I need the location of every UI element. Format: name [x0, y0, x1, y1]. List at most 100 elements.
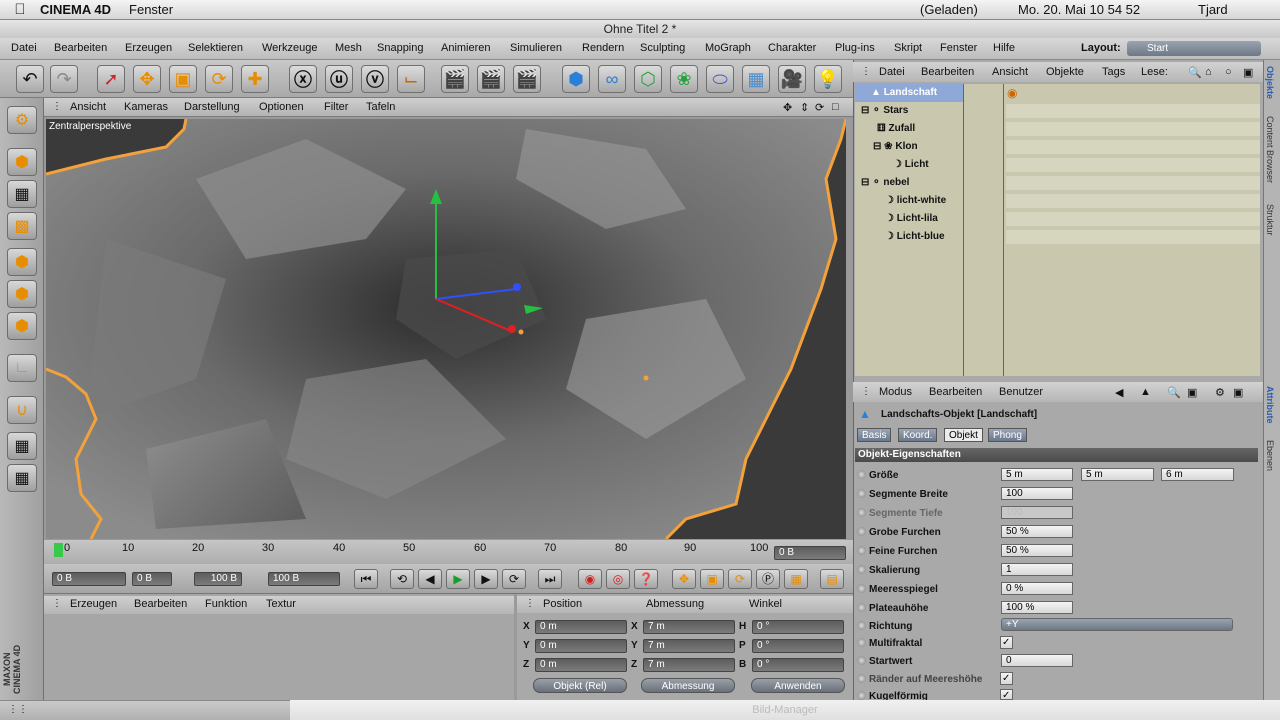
- menu-item[interactable]: Bearbeiten: [54, 42, 107, 54]
- camera-icon[interactable]: 🎥: [778, 65, 806, 93]
- object-menu-item[interactable]: Tags: [1102, 66, 1125, 78]
- rotation-p-field[interactable]: 0 °: [752, 639, 844, 653]
- point-level-key-icon[interactable]: ▦: [784, 569, 808, 589]
- menu-item[interactable]: Snapping: [377, 42, 424, 54]
- rotate-view-icon[interactable]: ⟳: [815, 101, 824, 114]
- object-row-licht[interactable]: ☽ Licht: [855, 156, 1005, 174]
- animation-dot-icon[interactable]: [857, 527, 866, 536]
- object-row-stars[interactable]: ⊟ ⚬ Stars: [855, 102, 1005, 120]
- render-picture-viewer-icon[interactable]: 🎬: [477, 65, 505, 93]
- mac-menu-fenster[interactable]: Fenster: [129, 2, 173, 17]
- size-z-field[interactable]: 7 m: [643, 658, 735, 672]
- size-x-field[interactable]: 7 m: [643, 620, 735, 634]
- z-axis-lock-icon[interactable]: ⓥ: [361, 65, 389, 93]
- pan-view-icon[interactable]: ✥: [783, 101, 792, 114]
- menu-item[interactable]: Skript: [894, 42, 922, 54]
- snap-magnet-icon[interactable]: ∪: [7, 396, 37, 424]
- battery-status[interactable]: (Geladen): [920, 2, 978, 17]
- menu-item[interactable]: Selektieren: [188, 42, 243, 54]
- search-icon[interactable]: 🔍: [1188, 66, 1202, 79]
- lock-icon[interactable]: ▣: [1187, 386, 1197, 399]
- floor-icon[interactable]: ▦: [742, 65, 770, 93]
- animation-dot-icon[interactable]: [857, 674, 866, 683]
- coordinate-system-icon[interactable]: ⌙: [397, 65, 425, 93]
- material-menu-item[interactable]: Textur: [266, 598, 296, 610]
- menu-item[interactable]: Charakter: [768, 42, 816, 54]
- spherical-checkbox[interactable]: ✓: [1000, 689, 1013, 700]
- animation-dot-icon[interactable]: [857, 584, 866, 593]
- edges-mode-icon[interactable]: ⬢: [7, 280, 37, 308]
- last-tool-icon[interactable]: ✚: [241, 65, 269, 93]
- side-tab-objects[interactable]: Objekte: [1265, 66, 1275, 99]
- menu-item[interactable]: Werkzeuge: [262, 42, 317, 54]
- fine-furrows-value[interactable]: 50 %: [1001, 544, 1073, 557]
- model-mode-icon[interactable]: ⚙: [7, 106, 37, 134]
- deformer-icon[interactable]: ⬭: [706, 65, 734, 93]
- animation-dot-icon[interactable]: [857, 691, 866, 700]
- user-name[interactable]: Tjard: [1198, 2, 1228, 17]
- panel-grip-icon[interactable]: ⋮: [52, 101, 62, 112]
- panel-grip-icon[interactable]: ⋮: [525, 598, 535, 609]
- tab-phong[interactable]: Phong: [988, 428, 1027, 442]
- clock[interactable]: Mo. 20. Mai 10 54 52: [1018, 2, 1140, 17]
- step-back-icon[interactable]: ◀: [418, 569, 442, 589]
- subdivision-icon[interactable]: ⬡: [634, 65, 662, 93]
- plateau-height-value[interactable]: 100 %: [1001, 601, 1073, 614]
- object-menu-item[interactable]: Ansicht: [992, 66, 1028, 78]
- seed-value[interactable]: 0: [1001, 654, 1073, 667]
- coordinate-mode-select[interactable]: Objekt (Rel): [533, 678, 627, 693]
- side-tab-attributes[interactable]: Attribute: [1265, 386, 1275, 424]
- side-tab-content-browser[interactable]: Content Browser: [1265, 116, 1275, 183]
- range-end-field[interactable]: 100 B: [194, 572, 242, 586]
- app-name[interactable]: CINEMA 4D: [40, 2, 111, 17]
- apple-icon[interactable]: : [0, 1, 40, 18]
- array-icon[interactable]: ❀: [670, 65, 698, 93]
- tab-basis[interactable]: Basis: [857, 428, 892, 442]
- up-arrow-icon[interactable]: ▲: [1140, 386, 1151, 398]
- play-icon[interactable]: ▶: [446, 569, 470, 589]
- viewport-menu-item[interactable]: Darstellung: [184, 101, 240, 113]
- animation-dot-icon[interactable]: [857, 656, 866, 665]
- viewport-menu-item[interactable]: Optionen: [259, 101, 304, 113]
- step-forward-icon[interactable]: ▶: [474, 569, 498, 589]
- animation-dot-icon[interactable]: [857, 638, 866, 647]
- timeline-window-icon[interactable]: ▤: [820, 569, 844, 589]
- menu-item[interactable]: Mesh: [335, 42, 362, 54]
- scale-value[interactable]: 1: [1001, 563, 1073, 576]
- position-z-field[interactable]: 0 m: [535, 658, 627, 672]
- render-settings-icon[interactable]: 🎬: [513, 65, 541, 93]
- borders-checkbox[interactable]: ✓: [1000, 672, 1013, 685]
- menu-item[interactable]: Fenster: [940, 42, 977, 54]
- position-key-icon[interactable]: ✥: [672, 569, 696, 589]
- animation-dot-icon[interactable]: [857, 489, 866, 498]
- search-icon[interactable]: 🔍: [1167, 386, 1181, 399]
- coarse-furrows-value[interactable]: 50 %: [1001, 525, 1073, 538]
- panel-grip-icon[interactable]: ⋮: [861, 386, 871, 397]
- spline-icon[interactable]: ∞: [598, 65, 626, 93]
- expand-icon[interactable]: ⊟: [861, 105, 872, 116]
- menu-item[interactable]: Plug-ins: [835, 42, 875, 54]
- object-menu-item[interactable]: Datei: [879, 66, 905, 78]
- range-start-field[interactable]: 0 B: [132, 572, 172, 586]
- scale-icon[interactable]: ▣: [169, 65, 197, 93]
- menu-item[interactable]: Erzeugen: [125, 42, 172, 54]
- position-y-field[interactable]: 0 m: [535, 639, 627, 653]
- record-keys-icon[interactable]: ◉: [578, 569, 602, 589]
- keyframe-selection-icon[interactable]: ❓: [634, 569, 658, 589]
- object-row-nebel[interactable]: ⊟ ⚬ nebel: [855, 174, 1005, 192]
- go-to-end-icon[interactable]: ⏭: [538, 569, 562, 589]
- size-mode-select[interactable]: Abmessung: [641, 678, 735, 693]
- side-tab-layers[interactable]: Ebenen: [1265, 440, 1275, 471]
- panel-grip-icon[interactable]: ⋮: [861, 66, 871, 77]
- live-select-icon[interactable]: ➚: [97, 65, 125, 93]
- x-axis-lock-icon[interactable]: ⓧ: [289, 65, 317, 93]
- object-row-zufall[interactable]: ⚅ Zufall: [855, 120, 1005, 138]
- viewport-menu-item[interactable]: Ansicht: [70, 101, 106, 113]
- go-to-start-icon[interactable]: ⏮: [354, 569, 378, 589]
- redo-icon[interactable]: ↷: [50, 65, 78, 93]
- material-menu-item[interactable]: Funktion: [205, 598, 247, 610]
- next-key-icon[interactable]: ⟳: [502, 569, 526, 589]
- size-y-field[interactable]: 7 m: [643, 639, 735, 653]
- rotation-key-icon[interactable]: ⟳: [728, 569, 752, 589]
- side-tab-structure[interactable]: Struktur: [1265, 204, 1275, 236]
